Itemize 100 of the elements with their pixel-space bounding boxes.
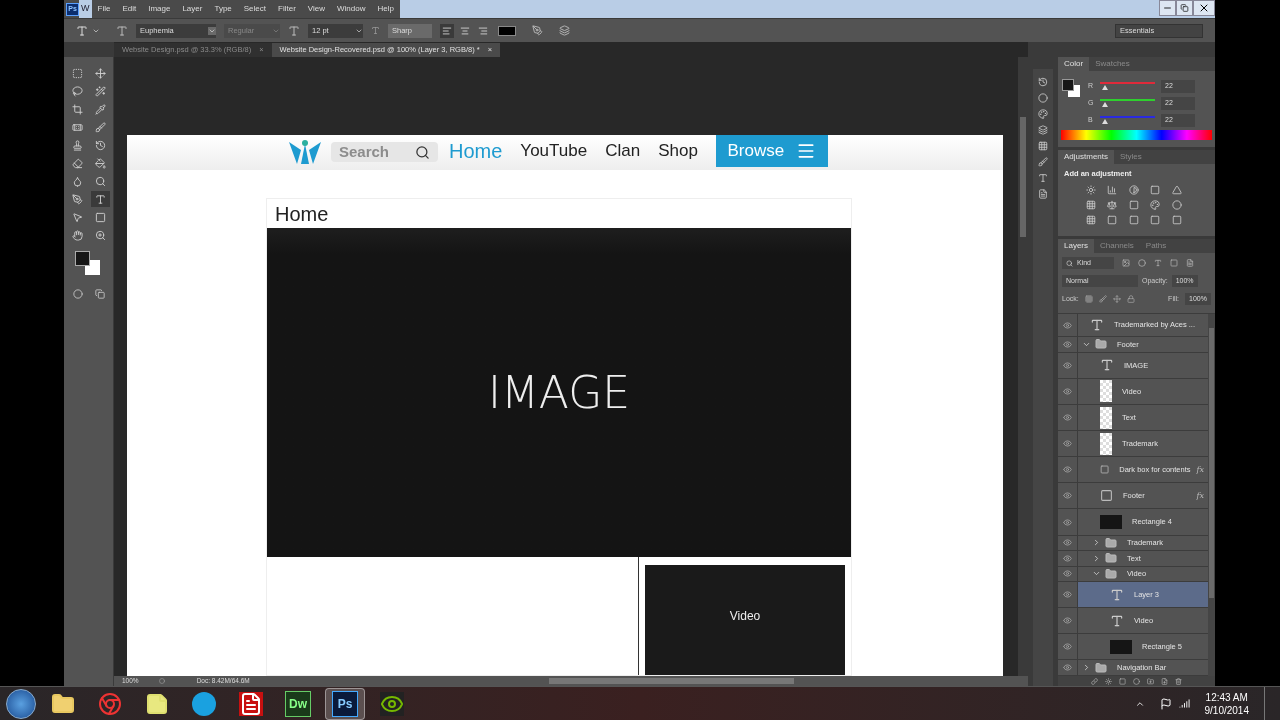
taskbar-app[interactable]: Dw <box>278 687 318 720</box>
lock-icon[interactable] <box>1112 295 1121 303</box>
slider-thumb[interactable] <box>1101 119 1108 124</box>
visibility-icon[interactable] <box>1063 517 1072 527</box>
taskbar-app[interactable]: Ps <box>325 687 365 720</box>
scrollbar-thumb[interactable] <box>1020 117 1026 237</box>
lock-icon[interactable] <box>1126 295 1135 303</box>
menu-item[interactable]: File <box>91 3 117 15</box>
panel-tab[interactable]: Adjustments <box>1058 150 1115 164</box>
adjustment-icon[interactable] <box>1150 185 1161 196</box>
visibility-icon[interactable] <box>1063 320 1072 330</box>
layer-action-icon[interactable] <box>1175 677 1182 685</box>
layer-action-icon[interactable] <box>1147 677 1154 685</box>
filter-icon[interactable] <box>1154 259 1162 267</box>
adjustment-icon[interactable] <box>1107 200 1118 211</box>
dock-panel-icon[interactable] <box>1038 189 1048 199</box>
network-icon[interactable] <box>1178 698 1190 709</box>
quick-mask-icon[interactable] <box>72 289 83 299</box>
adjustment-icon[interactable] <box>1171 200 1182 211</box>
start-button[interactable] <box>6 688 36 719</box>
adjustment-icon[interactable] <box>1128 200 1139 211</box>
menu-item[interactable]: Edit <box>116 3 143 15</box>
flag-icon[interactable] <box>1159 697 1172 710</box>
restore-icon[interactable] <box>1176 0 1193 16</box>
adjustment-icon[interactable] <box>1171 185 1182 196</box>
visibility-icon[interactable] <box>1063 491 1072 501</box>
channel-slider[interactable] <box>1100 80 1155 92</box>
adjustment-icon[interactable] <box>1150 200 1161 211</box>
slider-thumb[interactable] <box>1101 102 1108 107</box>
visibility-icon[interactable] <box>1063 413 1072 423</box>
color-swatches[interactable] <box>75 251 102 277</box>
filter-icon[interactable] <box>1138 259 1146 267</box>
type-tool-icon[interactable] <box>76 24 88 37</box>
lock-icon[interactable] <box>1098 295 1107 303</box>
adjustment-icon[interactable] <box>1128 185 1139 196</box>
dock-panel-icon[interactable] <box>1038 93 1048 103</box>
clock[interactable]: 12:43 AM 9/10/2014 <box>1196 690 1257 717</box>
visibility-icon[interactable] <box>1063 360 1072 370</box>
warp-icon[interactable] <box>532 25 543 36</box>
adjustment-icon[interactable] <box>1150 215 1161 226</box>
adjustment-icon[interactable] <box>1171 215 1182 226</box>
lock-icon[interactable] <box>1084 295 1093 303</box>
visibility-icon[interactable] <box>1063 569 1072 579</box>
align-button[interactable] <box>440 23 454 38</box>
menu-item[interactable]: Layer <box>176 3 209 15</box>
screen-mode-icon[interactable] <box>94 289 105 299</box>
visibility-icon[interactable] <box>1063 663 1072 673</box>
dock-panel-icon[interactable] <box>1038 173 1048 183</box>
visibility-icon[interactable] <box>1063 465 1072 475</box>
adjustment-icon[interactable] <box>1107 215 1118 226</box>
dock-panel-icon[interactable] <box>1038 77 1048 87</box>
channel-slider[interactable] <box>1100 114 1155 126</box>
filter-icon[interactable] <box>1122 259 1130 267</box>
panel-tab[interactable]: Layers <box>1058 239 1094 253</box>
panels-icon[interactable] <box>559 25 570 36</box>
layer-action-icon[interactable] <box>1161 677 1168 685</box>
scrollbar-thumb[interactable] <box>1209 328 1214 598</box>
search-icon[interactable] <box>415 144 430 160</box>
caret-icon[interactable] <box>208 26 216 35</box>
visibility-icon[interactable] <box>1063 340 1072 349</box>
visibility-icon[interactable] <box>1063 616 1072 626</box>
filter-icon[interactable] <box>1186 259 1194 267</box>
visibility-icon[interactable] <box>1063 553 1072 563</box>
menu-item[interactable]: Select <box>237 3 272 15</box>
adjustment-icon[interactable] <box>1086 215 1096 226</box>
adjustment-icon[interactable] <box>1128 215 1139 226</box>
channel-slider[interactable] <box>1100 97 1155 109</box>
menu-item[interactable]: Window <box>331 3 372 15</box>
slider-thumb[interactable] <box>1101 85 1108 90</box>
nav-link[interactable]: Shop <box>658 138 698 164</box>
dock-panel-icon[interactable] <box>1038 125 1048 135</box>
adjustment-icon[interactable] <box>1086 200 1096 211</box>
visibility-icon[interactable] <box>1063 386 1072 396</box>
menu-item[interactable]: Help <box>371 3 400 15</box>
layer-action-icon[interactable] <box>1091 677 1098 685</box>
color-spectrum[interactable] <box>1061 130 1212 140</box>
visibility-icon[interactable] <box>1063 538 1072 548</box>
menu-item[interactable]: Type <box>208 3 238 15</box>
menu-item[interactable]: Image <box>142 3 177 15</box>
minimize-icon[interactable] <box>1159 0 1176 16</box>
adjustment-icon[interactable] <box>1107 185 1118 196</box>
visibility-icon[interactable] <box>1063 439 1072 449</box>
menu-item[interactable]: Filter <box>272 3 302 15</box>
visibility-icon[interactable] <box>1063 590 1072 600</box>
dock-panel-icon[interactable] <box>1038 109 1048 119</box>
layer-action-icon[interactable] <box>1105 677 1112 685</box>
panel-tab[interactable]: Color <box>1058 57 1090 71</box>
horizontal-scrollbar-thumb[interactable] <box>548 678 794 684</box>
close-icon[interactable] <box>1193 0 1215 16</box>
adjustment-icon[interactable] <box>1086 185 1096 196</box>
nav-link[interactable]: Clan <box>605 138 641 164</box>
orientation-icon[interactable] <box>116 24 128 37</box>
dock-panel-icon[interactable] <box>1038 141 1048 151</box>
text-color-swatch[interactable] <box>498 25 516 36</box>
visibility-icon[interactable] <box>1063 642 1072 652</box>
dock-panel-icon[interactable] <box>1038 157 1048 167</box>
type-icon[interactable] <box>90 191 110 207</box>
color-swatches[interactable] <box>1062 79 1080 97</box>
filter-icon[interactable] <box>1170 259 1178 267</box>
nav-link[interactable]: YouTube <box>520 138 588 164</box>
